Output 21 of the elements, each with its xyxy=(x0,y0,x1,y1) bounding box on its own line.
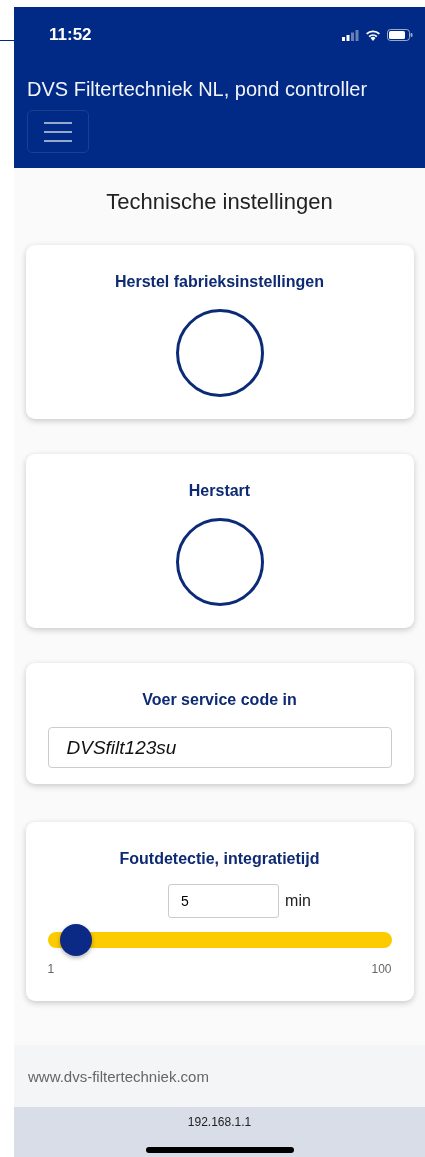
menu-button[interactable] xyxy=(27,110,89,153)
app-title: DVS Filtertechniek NL, pond controller xyxy=(27,78,369,101)
battery-icon xyxy=(387,29,413,41)
card-title: Herstel fabrieksinstellingen xyxy=(115,273,324,291)
page-heading: Technische instellingen xyxy=(106,189,333,215)
min-label: 1 xyxy=(47,962,55,976)
slider-thumb[interactable] xyxy=(60,924,93,956)
website-link[interactable]: www.dvs-filtertechniek.com xyxy=(28,1067,209,1085)
card-title: Herstart xyxy=(188,482,251,500)
slider[interactable] xyxy=(47,924,392,956)
menu-icon xyxy=(44,121,72,142)
code-input[interactable]: DVSfilt123su xyxy=(47,727,392,768)
max-label: 100 xyxy=(371,962,392,976)
signal-icon xyxy=(342,29,359,41)
address-url[interactable]: 192.168.1.1 xyxy=(187,1115,252,1129)
card-title: Foutdetectie, integratietijd xyxy=(119,850,320,868)
status-time: 11:52 xyxy=(49,25,92,45)
card-title: Voer service code in xyxy=(142,691,297,709)
wifi-icon xyxy=(365,29,381,41)
number-input[interactable]: 5 xyxy=(168,884,280,918)
unit-label: min xyxy=(285,892,311,910)
